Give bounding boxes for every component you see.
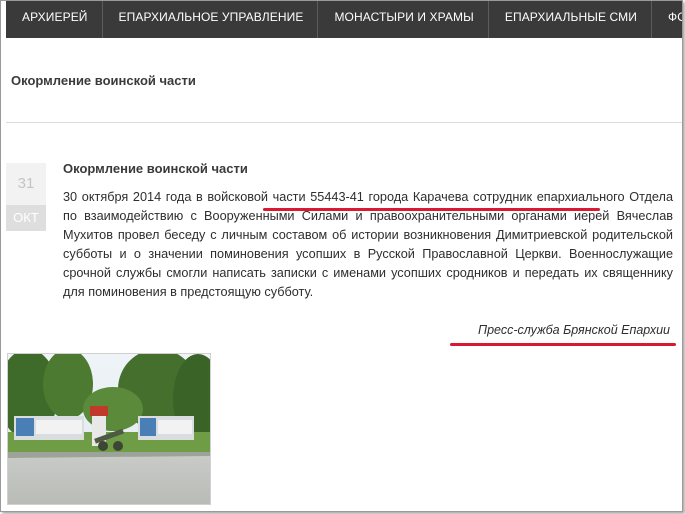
highlighted-unit-name: войсковой части 55443-41 города Карачева [207,190,469,204]
article-signature: Пресс-служба Брянской Епархии [478,323,670,337]
article-text-start: 30 октября 2014 года в [63,190,208,204]
date-day: 31 [6,163,46,205]
main-nav: АРХИЕРЕЙ ЕПАРХИАЛЬНОЕ УПРАВЛЕНИЕ МОНАСТЫ… [6,1,682,38]
nav-item-archbishop[interactable]: АРХИЕРЕЙ [6,1,103,38]
nav-item-diocesan-media[interactable]: ЕПАРХИАЛЬНЫЕ СМИ [489,1,652,38]
red-underline-annotation [263,208,600,211]
nav-item-diocesan-administration[interactable]: ЕПАРХИАЛЬНОЕ УПРАВЛЕНИЕ [103,1,319,38]
page-frame: АРХИЕРЕЙ ЕПАРХИАЛЬНОЕ УПРАВЛЕНИЕ МОНАСТЫ… [0,0,683,512]
nav-item-photo[interactable]: ФОТО И [652,1,682,38]
article-title: Окормление воинской части [63,161,248,176]
article-photo[interactable] [7,353,211,505]
date-month: ОКТ [6,205,46,231]
red-underline-annotation-signature [450,343,676,346]
divider [6,122,682,123]
memorial-photo-image [8,354,210,504]
page-title: Окормление воинской части [11,73,196,88]
article-body: 30 октября 2014 года в войсковой части 5… [63,188,673,302]
nav-item-monasteries-churches[interactable]: МОНАСТЫРИ И ХРАМЫ [318,1,489,38]
article-text-rest: сотрудник епархиального Отдела по взаимо… [63,190,673,299]
